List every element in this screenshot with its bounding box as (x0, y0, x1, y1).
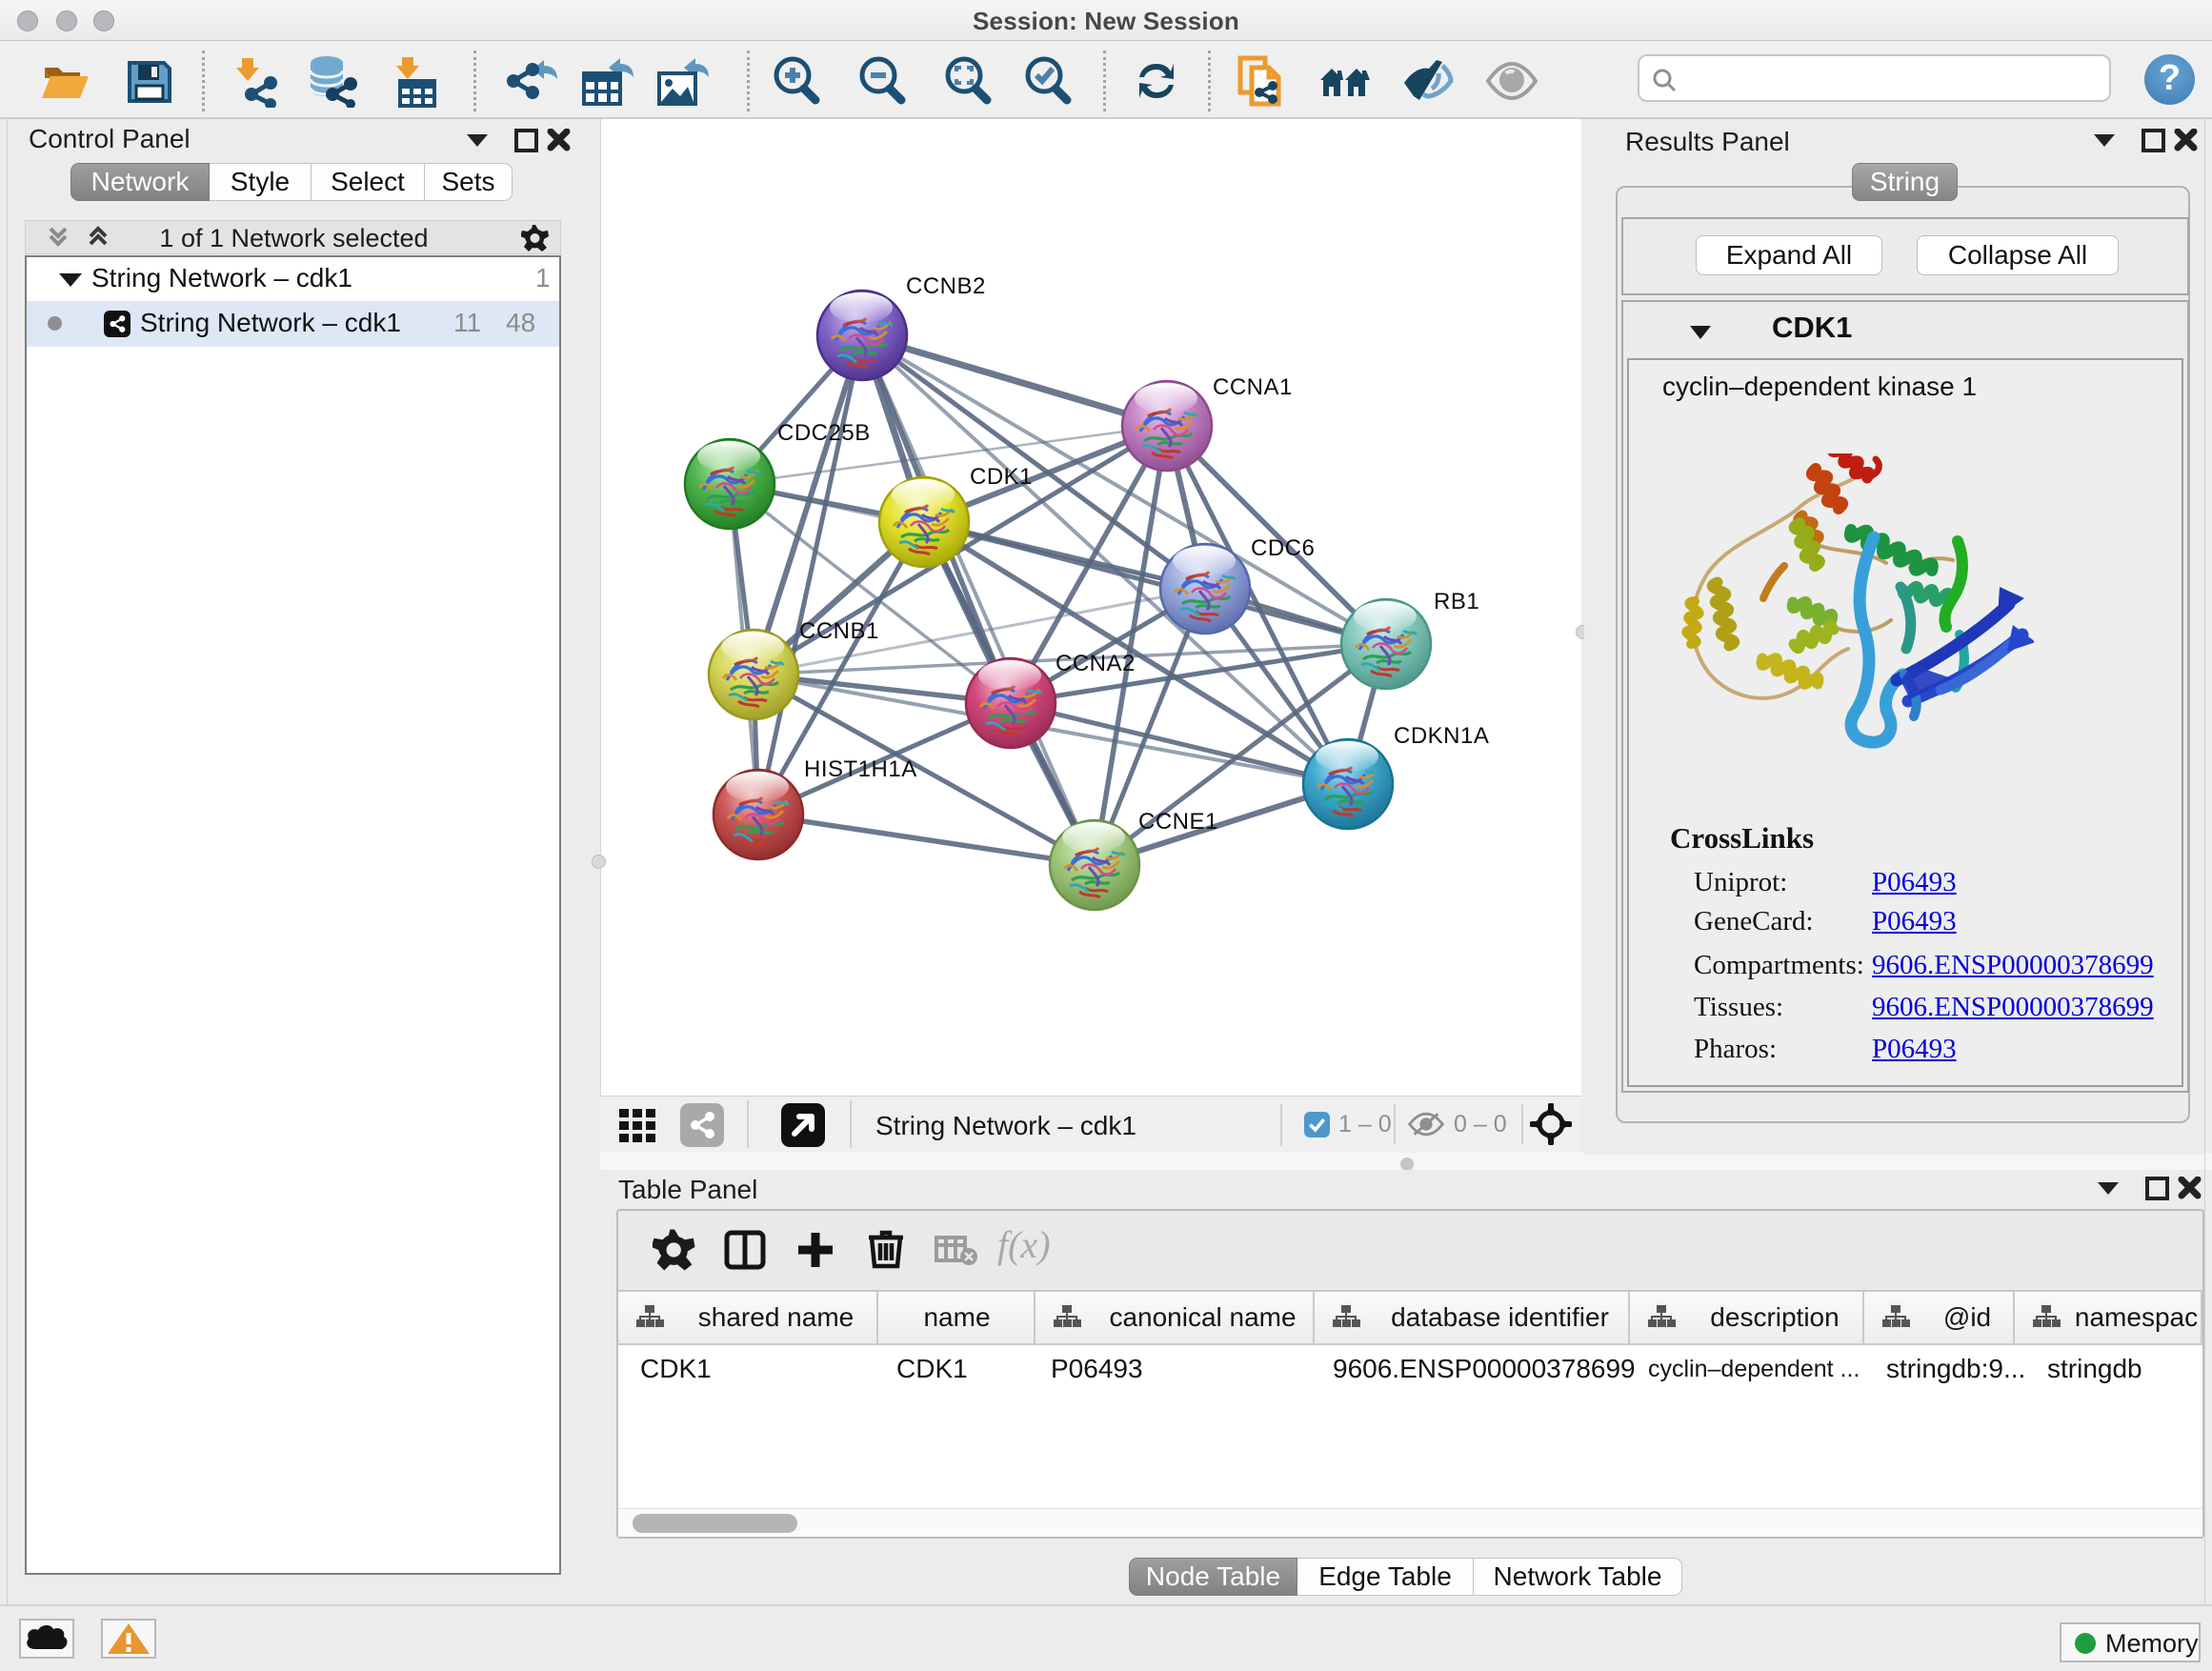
svg-text:CDC6: CDC6 (1251, 535, 1315, 561)
svg-text:CDK1: CDK1 (970, 464, 1033, 490)
svg-text:CCNA2: CCNA2 (1056, 651, 1136, 676)
svg-text:CCNE1: CCNE1 (1138, 809, 1218, 835)
svg-text:CDKN1A: CDKN1A (1394, 723, 1489, 749)
svg-text:CCNA1: CCNA1 (1213, 374, 1293, 400)
svg-text:RB1: RB1 (1434, 589, 1479, 614)
svg-text:CCNB1: CCNB1 (799, 618, 879, 644)
svg-text:HIST1H1A: HIST1H1A (804, 756, 917, 782)
svg-text:CCNB2: CCNB2 (906, 273, 986, 299)
svg-text:CDC25B: CDC25B (777, 420, 871, 446)
